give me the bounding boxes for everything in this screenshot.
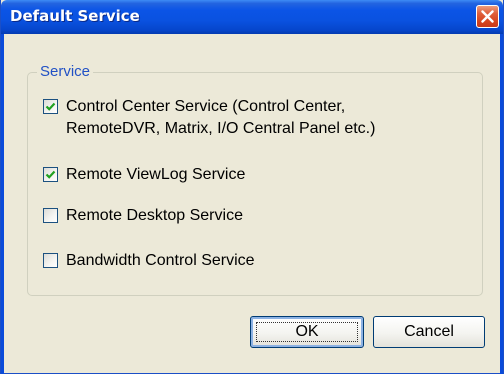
service-group-label: Service <box>37 63 94 81</box>
cancel-button-label: Cancel <box>404 323 454 340</box>
option-label-remote-desktop-service: Remote Desktop Service <box>66 207 243 224</box>
checkbox-control-center-service[interactable] <box>43 99 58 114</box>
close-icon <box>481 10 494 23</box>
option-label-control-center-service: Control Center Service (Control Center, … <box>66 98 376 137</box>
window-frame-left <box>1 34 4 374</box>
option-label-bandwidth-control-service: Bandwidth Control Service <box>66 252 255 269</box>
checkbox-remote-viewlog-service[interactable] <box>43 167 58 182</box>
checkmark-icon <box>45 170 56 179</box>
option-control-center-service[interactable]: Control Center Service (Control Center, … <box>43 96 375 140</box>
checkbox-remote-desktop-service[interactable] <box>43 208 58 223</box>
checkbox-bandwidth-control-service[interactable] <box>43 253 58 268</box>
checkmark-icon <box>45 102 56 111</box>
ok-button-label: OK <box>295 323 319 340</box>
option-remote-viewlog-service[interactable]: Remote ViewLog Service <box>43 164 245 186</box>
close-button[interactable] <box>476 5 499 28</box>
default-service-dialog: Default Service Service Control Center S… <box>0 0 504 374</box>
title-bar[interactable]: Default Service <box>1 0 503 34</box>
option-label-remote-viewlog-service: Remote ViewLog Service <box>66 166 246 183</box>
dialog-title: Default Service <box>10 7 140 25</box>
option-bandwidth-control-service[interactable]: Bandwidth Control Service <box>43 250 255 272</box>
cancel-button[interactable]: Cancel <box>373 316 485 348</box>
ok-button[interactable]: OK <box>250 316 364 348</box>
window-frame-right <box>500 34 503 374</box>
option-remote-desktop-service[interactable]: Remote Desktop Service <box>43 205 243 227</box>
